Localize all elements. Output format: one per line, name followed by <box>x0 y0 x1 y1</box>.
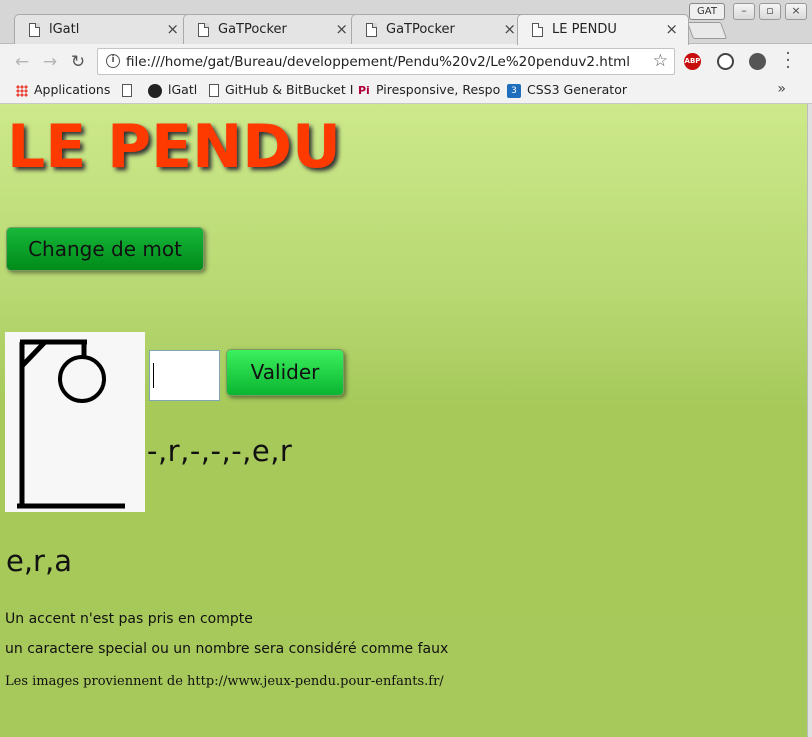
css3-icon: 3 <box>507 83 521 98</box>
maximize-button[interactable]: ▫ <box>759 3 781 20</box>
page-icon <box>122 84 132 97</box>
browser-chrome: lGatl × GaTPocker × GaTPocker × LE PENDU… <box>0 0 812 104</box>
github-icon <box>148 83 162 98</box>
page-icon <box>209 84 219 97</box>
tab-label: lGatl <box>49 22 80 37</box>
page-title: LE PENDU <box>7 112 341 182</box>
text-caret <box>153 363 154 388</box>
back-arrow-icon[interactable]: ← <box>12 52 32 72</box>
apps-grid-icon <box>16 84 28 97</box>
scrollbar[interactable] <box>807 104 812 737</box>
page-viewport: LE PENDU Change de mot Valider -,r,-,-,-… <box>0 104 807 737</box>
bookmark-label: Applications <box>34 82 111 97</box>
close-window-button[interactable]: × <box>785 3 807 20</box>
forward-arrow-icon[interactable]: → <box>40 52 60 72</box>
image-credit: Les images proviennent de http://www.jeu… <box>5 674 444 689</box>
close-icon[interactable]: × <box>665 20 678 38</box>
tried-letters: e,r,a <box>6 544 72 578</box>
special-char-note: un caractere special ou un nombre sera c… <box>5 641 449 657</box>
address-bar[interactable]: i file:///home/gat/Bureau/developpement/… <box>97 48 675 75</box>
masked-word: -,r,-,-,-,e,r <box>147 434 293 468</box>
profile-button[interactable]: GAT <box>689 3 725 20</box>
bookmark-github-bitbucket[interactable]: GitHub & BitBucket I <box>209 82 353 97</box>
page-icon <box>532 23 543 37</box>
tab-gatpocker-2[interactable]: GaTPocker × <box>351 14 527 44</box>
hangman-image <box>5 332 145 512</box>
bookmark-label: lGatl <box>168 82 198 97</box>
accent-note: Un accent n'est pas pris en compte <box>5 611 253 627</box>
bookmark-applications[interactable]: Applications <box>16 82 110 97</box>
bookmark-piresponsive[interactable]: Pi Piresponsive, Respo <box>358 82 500 97</box>
validate-button[interactable]: Valider <box>226 349 344 396</box>
tab-strip: lGatl × GaTPocker × GaTPocker × LE PENDU… <box>0 0 812 45</box>
gallows-drawing <box>17 339 125 509</box>
menu-kebab-icon[interactable]: · · · <box>783 46 793 77</box>
reload-icon[interactable]: ↻ <box>68 52 88 72</box>
tab-lgatl[interactable]: lGatl × <box>14 14 190 44</box>
page-icon <box>366 23 377 37</box>
close-icon[interactable]: × <box>335 20 348 38</box>
info-icon[interactable]: i <box>106 54 120 68</box>
tab-label: GaTPocker <box>218 22 287 37</box>
abp-icon[interactable]: ABP <box>684 53 701 70</box>
bookmark-css3-generator[interactable]: 3 CSS3 Generator <box>507 82 627 98</box>
sync-icon[interactable] <box>717 53 734 70</box>
new-tab-button[interactable] <box>686 22 728 39</box>
tab-gatpocker-1[interactable]: GaTPocker × <box>183 14 359 44</box>
page-icon <box>198 23 209 37</box>
tab-label: GaTPocker <box>386 22 455 37</box>
minimize-button[interactable]: – <box>733 3 755 20</box>
more-bookmarks-icon[interactable]: » <box>777 81 786 97</box>
address-text[interactable]: file:///home/gat/Bureau/developpement/Pe… <box>126 54 630 70</box>
page-icon <box>29 23 40 37</box>
bookmark-label: CSS3 Generator <box>527 82 627 97</box>
change-word-button[interactable]: Change de mot <box>6 227 204 271</box>
bookmark-label: GitHub & BitBucket I <box>225 82 354 97</box>
bookmark-page[interactable] <box>122 82 138 97</box>
letter-input[interactable] <box>149 350 220 401</box>
tab-label: LE PENDU <box>552 22 617 37</box>
tab-le-pendu[interactable]: LE PENDU × <box>517 14 689 45</box>
bookmark-star-icon[interactable]: ☆ <box>653 51 668 71</box>
bookmarks-bar: Applications lGatl GitHub & BitBucket I … <box>0 78 812 104</box>
bookmark-label: Piresponsive, Respo <box>376 82 501 97</box>
extension-icon[interactable] <box>749 53 766 70</box>
bookmark-lgatl[interactable]: lGatl <box>148 82 197 98</box>
close-icon[interactable]: × <box>166 20 179 38</box>
pi-icon: Pi <box>358 84 370 97</box>
close-icon[interactable]: × <box>503 20 516 38</box>
toolbar: ← → ↻ i file:///home/gat/Bureau/developp… <box>0 44 812 78</box>
